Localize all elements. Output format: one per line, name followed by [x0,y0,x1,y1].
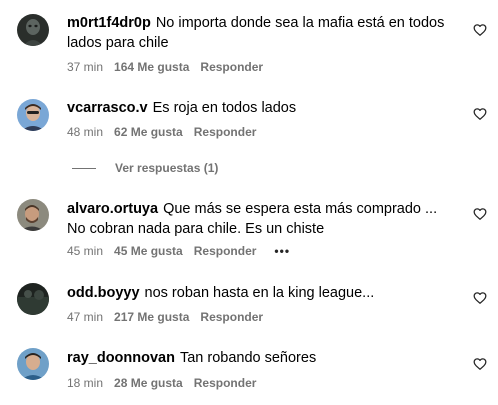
comment-text-block: m0rt1f4dr0p No importa donde sea la mafia… [67,13,457,53]
heart-outline-icon[interactable] [473,291,487,305]
comment-username[interactable]: vcarrasco.v [67,100,148,116]
comment-item: alvaro.ortuya Que más se espera esta más … [0,190,498,270]
comment-meta: 47 min 217 Me gusta Responder [67,309,263,325]
view-replies-label: Ver respuestas (1) [115,161,219,175]
avatar[interactable] [17,14,49,46]
heart-outline-icon[interactable] [473,23,487,37]
comment-meta: 48 min 62 Me gusta Responder [67,124,256,140]
comment-meta: 18 min 28 Me gusta Responder [67,375,256,391]
comment-likes[interactable]: 62 Me gusta [114,124,183,140]
comment-username[interactable]: alvaro.ortuya [67,201,158,217]
comment-text-block: vcarrasco.v Es roja en todos lados [67,98,457,118]
comment-text-block: alvaro.ortuya Que más se espera esta más … [67,199,457,239]
comment-text: Tan robando señores [179,350,317,366]
comment-username[interactable]: odd.boyyy [67,285,140,301]
comment-text-block: odd.boyyy nos roban hasta en la king leag… [67,283,457,303]
comment-username[interactable]: m0rt1f4dr0p [67,15,151,31]
comment-likes[interactable]: 45 Me gusta [114,243,183,259]
comment-text: nos roban hasta en la king league... [144,285,375,301]
reply-button[interactable]: Responder [194,124,257,140]
comment-text-block: ray_doonnovan Tan robando señores [67,348,457,368]
comment-item: m0rt1f4dr0p No importa donde sea la mafia… [0,0,498,90]
more-options-icon[interactable]: ••• [274,243,290,259]
comment-time: 47 min [67,310,104,324]
comment-likes[interactable]: 164 Me gusta [114,59,189,75]
comment-text: Es roja en todos lados [152,100,297,116]
comment-meta: 37 min 164 Me gusta Responder [67,59,263,75]
comment-item: ray_doonnovan Tan robando señores 18 min 2… [0,340,498,405]
heart-outline-icon[interactable] [473,357,487,371]
reply-button[interactable]: Responder [200,309,263,325]
comment-time: 18 min [67,376,104,390]
comment-time: 37 min [67,60,104,74]
comment-meta: 45 min 45 Me gusta Responder ••• [67,243,290,259]
comment-time: 45 min [67,244,104,258]
heart-outline-icon[interactable] [473,107,487,121]
avatar[interactable] [17,199,49,231]
reply-button[interactable]: Responder [200,59,263,75]
comment-likes[interactable]: 217 Me gusta [114,309,189,325]
avatar[interactable] [17,283,49,315]
view-replies-button[interactable]: Ver respuestas (1) [67,160,218,176]
comment-time: 48 min [67,125,104,139]
comment-likes[interactable]: 28 Me gusta [114,375,183,391]
reply-button[interactable]: Responder [194,375,257,391]
comment-item: odd.boyyy nos roban hasta en la king leag… [0,270,498,340]
avatar[interactable] [17,348,49,380]
comment-username[interactable]: ray_doonnovan [67,350,175,366]
reply-button[interactable]: Responder [194,243,257,259]
avatar[interactable] [17,99,49,131]
replies-divider-line [72,168,96,170]
heart-outline-icon[interactable] [473,207,487,221]
comment-item: vcarrasco.v Es roja en todos lados 48 min… [0,90,498,160]
